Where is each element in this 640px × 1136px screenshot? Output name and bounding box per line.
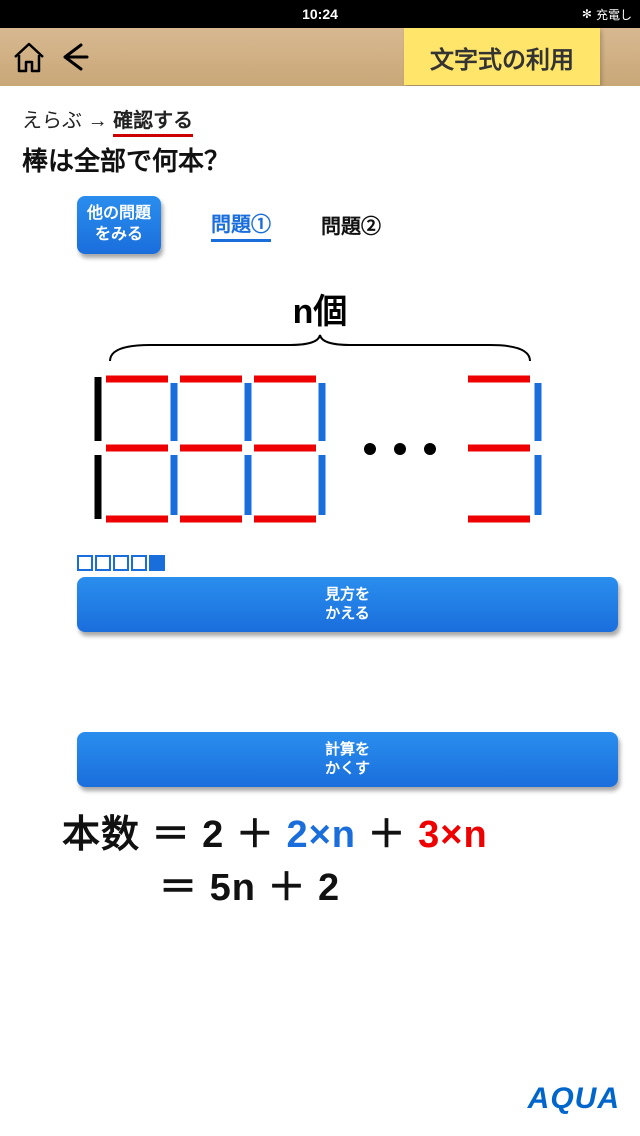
btn-label-l2: かえる	[325, 605, 370, 622]
equals-sign: ＝	[152, 814, 191, 856]
const-term: 2	[202, 814, 224, 856]
breadcrumb-arrow: →	[88, 110, 108, 132]
equals-sign: ＝	[159, 867, 198, 909]
other-problems-button[interactable]: 他の問題 をみる	[77, 196, 161, 254]
status-time: 10:24	[302, 6, 338, 22]
indicator-dot	[95, 555, 111, 571]
indicator-dot-current	[149, 555, 165, 571]
breadcrumb-step1: えらぶ	[22, 110, 82, 132]
formula-label: 本数	[62, 814, 140, 856]
n-count-label: n個	[22, 284, 618, 333]
status-right: ✻ 充電し	[582, 6, 632, 23]
blue-term: 2×n	[286, 814, 356, 856]
hide-calc-button[interactable]: 計算を かくす	[77, 732, 618, 787]
breadcrumb-step2: 確認する	[113, 110, 193, 137]
btn-label-l2: をみる	[95, 226, 143, 243]
formula-line-2: ＝ 5n ＋ 2	[22, 862, 618, 915]
breadcrumb: えらぶ → 確認する	[22, 104, 618, 133]
tab-problem-1[interactable]: 問題①	[211, 208, 271, 242]
btn-label-l1: 他の問題	[87, 205, 151, 222]
battery-text: 充電し	[596, 6, 632, 23]
back-button[interactable]	[52, 34, 98, 80]
brand-logo: AQUA	[528, 1082, 620, 1116]
indicator-dot	[131, 555, 147, 571]
formula-line-1: 本数 ＝ 2 ＋ 2×n ＋ 3×n	[22, 809, 618, 862]
tab-row: 他の問題 をみる 問題① 問題②	[22, 196, 618, 254]
matchstick-diagram	[80, 371, 560, 531]
plus-sign: ＋	[368, 814, 407, 856]
indicator-dot	[77, 555, 93, 571]
change-view-button[interactable]: 見方を かえる	[77, 577, 618, 632]
page-title-tab: 文字式の利用	[404, 28, 600, 85]
tab-problem-2[interactable]: 問題②	[321, 210, 381, 239]
page-indicator	[22, 555, 618, 571]
question-text: 棒は全部で何本？	[22, 141, 618, 178]
toolbar: 文字式の利用	[0, 28, 640, 86]
bracket-icon	[100, 333, 540, 363]
home-icon	[11, 39, 47, 75]
page-content: えらぶ → 確認する 棒は全部で何本？ 他の問題 をみる 問題① 問題② n個	[0, 86, 640, 1136]
red-term: 3×n	[418, 814, 488, 856]
home-button[interactable]	[6, 34, 52, 80]
back-arrow-icon	[57, 39, 93, 75]
bluetooth-icon: ✻	[582, 7, 592, 21]
btn-label-l2: かくす	[325, 760, 370, 777]
plus-sign: ＋	[236, 814, 275, 856]
btn-label-l1: 見方を	[325, 586, 370, 603]
status-bar: 10:24 ✻ 充電し	[0, 0, 640, 28]
btn-label-l1: 計算を	[325, 741, 370, 758]
indicator-dot	[113, 555, 129, 571]
simplified-term: 5n ＋ 2	[210, 867, 341, 909]
